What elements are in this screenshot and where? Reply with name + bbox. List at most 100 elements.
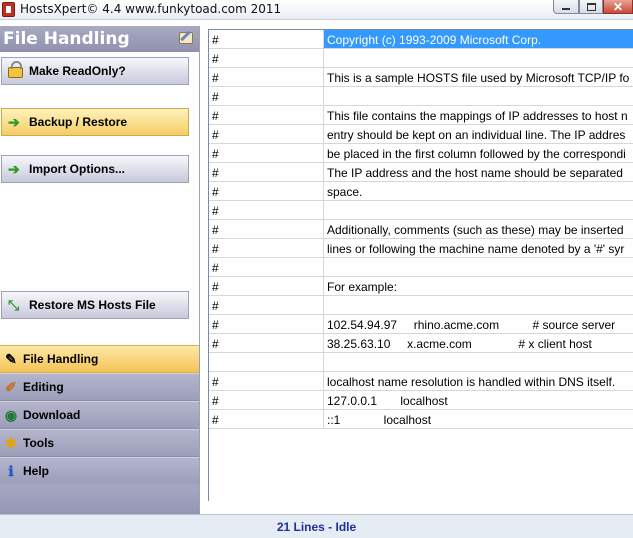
entry-cell[interactable]: Copyright (c) 1993-2009 Microsoft Corp.: [324, 30, 633, 49]
lock-icon: [8, 61, 23, 78]
entry-cell[interactable]: [324, 258, 633, 277]
window-title: HostsXpert© 4.4 www.funkytoad.com 2011: [20, 2, 282, 16]
backup-restore-button[interactable]: ➔ Backup / Restore: [1, 108, 189, 136]
nav-help[interactable]: ℹ Help: [0, 457, 199, 485]
table-row[interactable]: # This is a sample HOSTS file used by Mic…: [209, 68, 633, 87]
table-row[interactable]: [209, 353, 633, 372]
tools-icon: ✱: [5, 435, 17, 451]
hash-cell[interactable]: #: [209, 220, 324, 239]
globe-icon: ◉: [4, 407, 18, 423]
close-icon: ✕: [612, 0, 624, 14]
nav-file-handling-label: File Handling: [23, 352, 99, 366]
entry-cell[interactable]: [324, 353, 633, 372]
maximize-icon: [586, 2, 596, 11]
entry-cell[interactable]: space.: [324, 182, 633, 201]
entry-cell[interactable]: [324, 49, 633, 68]
minimize-button[interactable]: [553, 0, 579, 14]
restore-ms-hosts-button[interactable]: ⤡ Restore MS Hosts File: [1, 291, 189, 319]
hash-cell[interactable]: #: [209, 68, 324, 87]
entry-cell[interactable]: 38.25.63.10 x.acme.com # x client host: [324, 334, 633, 353]
status-text: 21 Lines - Idle: [276, 519, 357, 534]
window-controls: ✕: [553, 0, 633, 14]
entry-cell[interactable]: For example:: [324, 277, 633, 296]
hash-cell[interactable]: #: [209, 87, 324, 106]
make-readonly-button[interactable]: Make ReadOnly?: [1, 57, 189, 85]
table-row[interactable]: #: [209, 296, 633, 315]
make-readonly-label: Make ReadOnly?: [29, 64, 126, 78]
nav-tools[interactable]: ✱ Tools: [0, 429, 199, 457]
entry-cell[interactable]: 127.0.0.1 localhost: [324, 391, 633, 410]
hash-cell[interactable]: #: [209, 125, 324, 144]
hash-cell[interactable]: #: [209, 49, 324, 68]
entry-cell[interactable]: ::1 localhost: [324, 410, 633, 429]
hash-cell[interactable]: #: [209, 201, 324, 220]
table-row[interactable]: # Additionally, comments (such as these) …: [209, 220, 633, 239]
table-row[interactable]: # This file contains the mappings of IP a…: [209, 106, 633, 125]
import-options-label: Import Options...: [29, 162, 125, 176]
hash-cell[interactable]: #: [209, 30, 324, 49]
table-row[interactable]: # entry should be kept on an individual l…: [209, 125, 633, 144]
hash-cell[interactable]: #: [209, 106, 324, 125]
hash-cell[interactable]: #: [209, 144, 324, 163]
file-handling-header-icon: [179, 32, 193, 44]
table-row[interactable]: # Copyright (c) 1993-2009 Microsoft Corp.: [209, 30, 633, 49]
hash-cell[interactable]: #: [209, 163, 324, 182]
nav-file-handling[interactable]: ✎ File Handling: [0, 345, 199, 373]
nav-tools-label: Tools: [23, 436, 55, 450]
restore-icon: ⤡: [8, 297, 20, 313]
nav-editing[interactable]: ✐ Editing: [0, 373, 199, 401]
hash-cell[interactable]: [209, 353, 324, 372]
table-row[interactable]: #: [209, 49, 633, 68]
title-bar: HostsXpert© 4.4 www.funkytoad.com 2011 ✕: [0, 0, 633, 20]
table-row[interactable]: #: [209, 201, 633, 220]
entry-cell[interactable]: This is a sample HOSTS file used by Micr…: [324, 68, 633, 87]
table-row[interactable]: # The IP address and the host name should…: [209, 163, 633, 182]
entry-cell[interactable]: lines or following the machine name deno…: [324, 239, 633, 258]
restore-ms-hosts-label: Restore MS Hosts File: [29, 298, 156, 312]
table-row[interactable]: #38.25.63.10 x.acme.com # x client host: [209, 334, 633, 353]
table-row[interactable]: #127.0.0.1 localhost: [209, 391, 633, 410]
entry-cell[interactable]: [324, 201, 633, 220]
entry-cell[interactable]: 102.54.94.97 rhino.acme.com # source ser…: [324, 315, 633, 334]
table-row[interactable]: # be placed in the first column followed …: [209, 144, 633, 163]
table-row[interactable]: #: [209, 87, 633, 106]
status-bar: 21 Lines - Idle: [0, 514, 633, 538]
arrow-right-icon: ➔: [8, 161, 20, 177]
hosts-grid[interactable]: # Copyright (c) 1993-2009 Microsoft Corp.…: [208, 29, 633, 501]
entry-cell[interactable]: Additionally, comments (such as these) m…: [324, 220, 633, 239]
table-row[interactable]: #102.54.94.97 rhino.acme.com # source se…: [209, 315, 633, 334]
panel-header: File Handling: [0, 26, 199, 52]
hash-cell[interactable]: #: [209, 182, 324, 201]
hash-cell[interactable]: #: [209, 391, 324, 410]
table-row[interactable]: # lines or following the machine name den…: [209, 239, 633, 258]
nav-footer: [0, 484, 199, 514]
nav-editing-label: Editing: [23, 380, 64, 394]
table-row[interactable]: # For example:: [209, 277, 633, 296]
minimize-icon: [562, 8, 570, 10]
hash-cell[interactable]: #: [209, 410, 324, 429]
entry-cell[interactable]: This file contains the mappings of IP ad…: [324, 106, 633, 125]
table-row[interactable]: # space.: [209, 182, 633, 201]
hash-cell[interactable]: #: [209, 334, 324, 353]
hash-cell[interactable]: #: [209, 258, 324, 277]
entry-cell[interactable]: The IP address and the host name should …: [324, 163, 633, 182]
close-button[interactable]: ✕: [603, 0, 633, 14]
entry-cell[interactable]: [324, 87, 633, 106]
maximize-button[interactable]: [579, 0, 603, 14]
nav-download[interactable]: ◉ Download: [0, 401, 199, 429]
hash-cell[interactable]: #: [209, 277, 324, 296]
entry-cell[interactable]: entry should be kept on an individual li…: [324, 125, 633, 144]
hash-cell[interactable]: #: [209, 315, 324, 334]
hash-cell[interactable]: #: [209, 372, 324, 391]
hash-cell[interactable]: #: [209, 239, 324, 258]
entry-cell[interactable]: [324, 296, 633, 315]
entry-cell[interactable]: localhost name resolution is handled wit…: [324, 372, 633, 391]
hash-cell[interactable]: #: [209, 296, 324, 315]
app-icon: [2, 2, 15, 17]
arrow-right-icon: ➔: [8, 114, 20, 130]
table-row[interactable]: #::1 localhost: [209, 410, 633, 429]
entry-cell[interactable]: be placed in the first column followed b…: [324, 144, 633, 163]
import-options-button[interactable]: ➔ Import Options...: [1, 155, 189, 183]
table-row[interactable]: # localhost name resolution is handled wi…: [209, 372, 633, 391]
table-row[interactable]: #: [209, 258, 633, 277]
